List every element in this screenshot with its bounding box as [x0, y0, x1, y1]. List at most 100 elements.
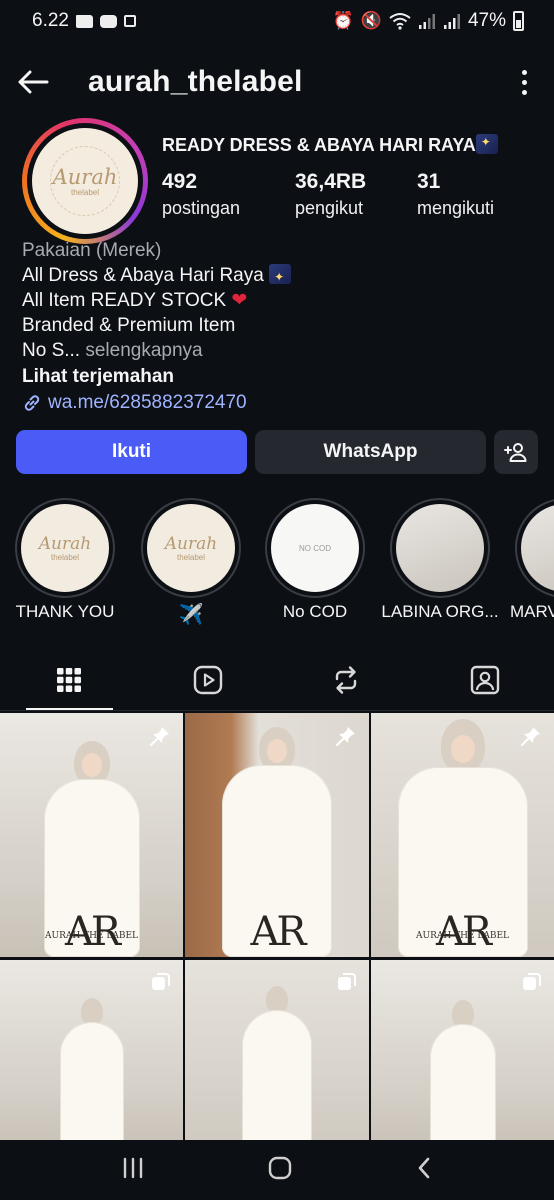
- kebab-dot: [521, 89, 527, 95]
- link-icon: [24, 394, 40, 411]
- alarm-icon: ⏰: [332, 11, 354, 30]
- bio-line-text: No S...: [22, 340, 81, 361]
- profile-name-text: READY DRESS & ABAYA HARI RAYA: [162, 135, 476, 155]
- pin-icon: [520, 727, 540, 747]
- tab-posts-grid[interactable]: [0, 650, 139, 710]
- post-thumbnail[interactable]: [0, 960, 183, 1150]
- highlight-cover: Aurah thelabel: [21, 504, 109, 592]
- fireworks-icon: [475, 134, 498, 154]
- category-label: Pakaian (Merek): [22, 240, 162, 261]
- fireworks-icon: [269, 264, 292, 290]
- profile-link[interactable]: wa.me/6285882372470: [22, 390, 542, 415]
- bio-line: Branded & Premium Item: [22, 315, 236, 336]
- post-thumbnail[interactable]: AR: [185, 713, 369, 957]
- highlight-label: No COD: [282, 602, 348, 621]
- tab-tagged[interactable]: [416, 650, 554, 710]
- highlight-label: ✈️: [178, 604, 204, 626]
- highlight-cover: [521, 504, 554, 592]
- status-bar: 6.22 ⏰ 🔇 47%: [0, 0, 554, 42]
- back-button[interactable]: [16, 65, 50, 99]
- home-button[interactable]: [267, 1155, 293, 1186]
- recent-apps-button[interactable]: [121, 1157, 145, 1184]
- profile-name: READY DRESS & ABAYA HARI RAYA: [162, 134, 498, 156]
- highlight-logo-sub: thelabel: [176, 553, 206, 562]
- heart-icon: ❤: [231, 290, 248, 311]
- profile-header: aurah_thelabel: [0, 52, 554, 112]
- highlight-travel[interactable]: Aurah thelabel ✈️: [136, 498, 246, 627]
- highlight-thank-you[interactable]: Aurah thelabel THANK YOU: [10, 498, 120, 622]
- system-nav-bar: [0, 1140, 554, 1200]
- stat-label: postingan: [162, 198, 241, 218]
- add-person-icon: [504, 443, 527, 462]
- grid-icon: [57, 668, 82, 692]
- pin-icon: [335, 727, 355, 747]
- stat-value: 31: [417, 170, 441, 193]
- suggested-accounts-button[interactable]: [494, 430, 538, 474]
- post-watermark: AR: [250, 909, 306, 955]
- highlight-marv[interactable]: MARV: [510, 498, 554, 622]
- whatsapp-button[interactable]: WhatsApp: [255, 430, 486, 474]
- bio-line: No S... selengkapnya: [22, 338, 542, 363]
- stat-followers[interactable]: 36,4RB pengikut: [295, 170, 417, 219]
- highlight-logo-text: Aurah: [38, 534, 92, 554]
- chevron-left-icon: [418, 1157, 430, 1178]
- home-icon: [268, 1156, 292, 1179]
- folder-icon: [75, 14, 93, 28]
- story-highlights: Aurah thelabel THANK YOU Aurah thelabel …: [0, 498, 554, 628]
- bio-line: All Item READY STOCK ❤: [22, 288, 542, 313]
- posts-grid: AURAH THE LABEL AR AR AURAH THE LABEL AR: [0, 713, 554, 1150]
- highlight-logo-sub: thelabel: [50, 553, 80, 562]
- profile-tabs: [0, 650, 554, 710]
- stat-following[interactable]: 31 mengikuti: [417, 170, 494, 219]
- carousel-icon: [152, 973, 170, 990]
- stat-value: 36,4RB: [295, 170, 367, 193]
- highlight-no-cod[interactable]: NO COD No COD: [260, 498, 370, 622]
- mute-icon: 🔇: [360, 11, 382, 30]
- post-thumbnail[interactable]: AURAH THE LABEL AR: [0, 713, 183, 957]
- avatar: Aurah thelabel: [32, 128, 138, 234]
- carousel-icon: [523, 973, 541, 990]
- kebab-dot: [521, 69, 527, 75]
- wifi-icon: [389, 13, 411, 30]
- post-thumbnail[interactable]: [371, 960, 554, 1150]
- page-title: aurah_thelabel: [88, 65, 303, 98]
- clock: 6.22: [32, 10, 69, 31]
- tabs-divider: [0, 710, 554, 711]
- wreath-decoration: [50, 146, 120, 216]
- post-thumbnail[interactable]: [185, 960, 369, 1150]
- highlight-label: THANK YOU: [15, 602, 115, 621]
- post-thumbnail[interactable]: AURAH THE LABEL AR: [371, 713, 554, 957]
- profile-link-text: wa.me/6285882372470: [48, 392, 247, 413]
- tab-reposts[interactable]: [277, 650, 416, 710]
- carousel-icon: [338, 973, 356, 990]
- highlight-label: MARV: [510, 602, 554, 621]
- stat-label: pengikut: [295, 198, 364, 218]
- repost-icon: [336, 666, 357, 694]
- profile-actions: Ikuti WhatsApp: [16, 430, 538, 474]
- bio-line: All Dress & Abaya Hari Raya: [22, 263, 542, 290]
- bio-line-text: All Dress & Abaya Hari Raya: [22, 265, 264, 286]
- highlight-cover: NO COD: [271, 504, 359, 592]
- story-ring[interactable]: Aurah thelabel: [22, 118, 148, 244]
- stat-value: 492: [162, 170, 198, 193]
- battery-percent: 47%: [467, 10, 506, 31]
- highlight-cover: Aurah thelabel: [147, 504, 235, 592]
- arrow-left-icon: [18, 70, 49, 94]
- more-options-button[interactable]: [514, 65, 534, 99]
- highlight-cover: [396, 504, 484, 592]
- see-more-link[interactable]: selengkapnya: [85, 340, 202, 361]
- see-translation-link[interactable]: Lihat terjemahan: [22, 364, 542, 389]
- highlight-doc-title: NO COD: [299, 543, 331, 553]
- post-watermark: AR: [64, 909, 121, 955]
- signal-icon: [418, 14, 435, 29]
- reels-icon: [193, 665, 222, 695]
- profile-bio: Pakaian (Merek) All Dress & Abaya Hari R…: [22, 238, 542, 415]
- highlight-label: LABINA ORG...: [381, 602, 499, 621]
- pin-icon: [149, 727, 169, 747]
- tab-reels[interactable]: [139, 650, 278, 710]
- highlight-labina[interactable]: LABINA ORG...: [381, 498, 499, 622]
- stat-posts[interactable]: 492 postingan: [162, 170, 295, 219]
- stat-label: mengikuti: [417, 198, 495, 218]
- back-nav-button[interactable]: [415, 1156, 433, 1185]
- follow-button[interactable]: Ikuti: [16, 430, 247, 474]
